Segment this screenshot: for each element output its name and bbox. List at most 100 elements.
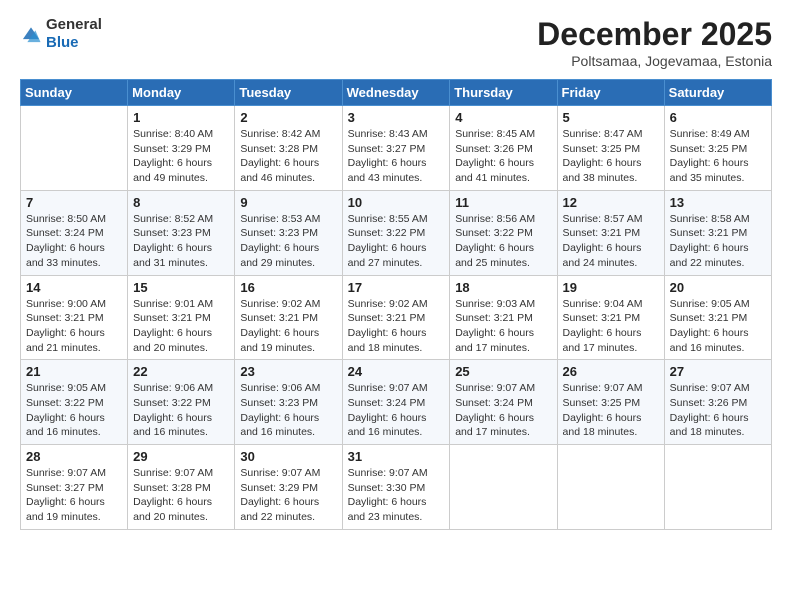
day-info: Sunrise: 9:05 AMSunset: 3:22 PMDaylight:… (26, 381, 122, 440)
day-cell: 26 Sunrise: 9:07 AMSunset: 3:25 PMDayligh… (557, 360, 664, 445)
day-cell: 21 Sunrise: 9:05 AMSunset: 3:22 PMDayligh… (21, 360, 128, 445)
day-number: 10 (348, 195, 445, 210)
day-cell (450, 445, 557, 530)
day-info: Sunrise: 8:58 AMSunset: 3:21 PMDaylight:… (670, 212, 766, 271)
day-cell (21, 106, 128, 191)
title-block: December 2025 Poltsamaa, Jogevamaa, Esto… (537, 16, 772, 69)
day-number: 18 (455, 280, 551, 295)
day-cell: 13Sunrise: 8:58 AMSunset: 3:21 PMDayligh… (664, 190, 771, 275)
day-cell: 24Sunrise: 9:07 AMSunset: 3:24 PMDayligh… (342, 360, 450, 445)
day-cell: 11Sunrise: 8:56 AMSunset: 3:22 PMDayligh… (450, 190, 557, 275)
day-info: Sunrise: 8:47 AMSunset: 3:25 PMDaylight:… (563, 127, 659, 186)
day-number: 25 (455, 364, 551, 379)
logo: General Blue (20, 16, 102, 52)
logo-blue: Blue (46, 34, 79, 51)
week-row-5: 28Sunrise: 9:07 AMSunset: 3:27 PMDayligh… (21, 445, 772, 530)
day-number: 23 (240, 364, 336, 379)
day-number: 9 (240, 195, 336, 210)
logo-general: General (46, 16, 102, 33)
day-cell: 20 Sunrise: 9:05 AMSunset: 3:21 PMDayligh… (664, 275, 771, 360)
day-number: 12 (563, 195, 659, 210)
day-number: 7 (26, 195, 122, 210)
day-cell: 4Sunrise: 8:45 AMSunset: 3:26 PMDaylight… (450, 106, 557, 191)
day-number: 22 (133, 364, 229, 379)
day-number: 3 (348, 110, 445, 125)
col-header-wednesday: Wednesday (342, 80, 450, 106)
day-cell: 12 Sunrise: 8:57 AMSunset: 3:21 PMDayligh… (557, 190, 664, 275)
day-number: 17 (348, 280, 445, 295)
day-cell: 16 Sunrise: 9:02 AMSunset: 3:21 PMDayligh… (235, 275, 342, 360)
day-cell: 15Sunrise: 9:01 AMSunset: 3:21 PMDayligh… (128, 275, 235, 360)
day-number: 4 (455, 110, 551, 125)
day-number: 6 (670, 110, 766, 125)
day-info: Sunrise: 9:04 AMSunset: 3:21 PMDaylight:… (563, 297, 659, 356)
day-cell (664, 445, 771, 530)
day-info: Sunrise: 9:05 AMSunset: 3:21 PMDaylight:… (670, 297, 766, 356)
day-info: Sunrise: 9:07 AMSunset: 3:26 PMDaylight:… (670, 381, 766, 440)
day-number: 14 (26, 280, 122, 295)
day-cell: 8 Sunrise: 8:52 AMSunset: 3:23 PMDaylight… (128, 190, 235, 275)
day-number: 8 (133, 195, 229, 210)
day-cell: 17 Sunrise: 9:02 AMSunset: 3:21 PMDayligh… (342, 275, 450, 360)
day-cell: 7 Sunrise: 8:50 AMSunset: 3:24 PMDaylight… (21, 190, 128, 275)
day-info: Sunrise: 8:55 AMSunset: 3:22 PMDaylight:… (348, 212, 445, 271)
calendar-table: SundayMondayTuesdayWednesdayThursdayFrid… (20, 79, 772, 530)
day-cell: 5Sunrise: 8:47 AMSunset: 3:25 PMDaylight… (557, 106, 664, 191)
day-number: 26 (563, 364, 659, 379)
day-info: Sunrise: 9:02 AMSunset: 3:21 PMDaylight:… (348, 297, 445, 356)
day-info: Sunrise: 9:03 AMSunset: 3:21 PMDaylight:… (455, 297, 551, 356)
day-info: Sunrise: 8:49 AMSunset: 3:25 PMDaylight:… (670, 127, 766, 186)
day-info: Sunrise: 9:07 AMSunset: 3:30 PMDaylight:… (348, 466, 445, 525)
month-title: December 2025 (537, 16, 772, 53)
day-cell: 10 Sunrise: 8:55 AMSunset: 3:22 PMDayligh… (342, 190, 450, 275)
day-cell: 14 Sunrise: 9:00 AMSunset: 3:21 PMDayligh… (21, 275, 128, 360)
week-row-3: 14 Sunrise: 9:00 AMSunset: 3:21 PMDayligh… (21, 275, 772, 360)
day-info: Sunrise: 9:00 AMSunset: 3:21 PMDaylight:… (26, 297, 122, 356)
day-cell: 29 Sunrise: 9:07 AMSunset: 3:28 PMDayligh… (128, 445, 235, 530)
week-row-4: 21 Sunrise: 9:05 AMSunset: 3:22 PMDayligh… (21, 360, 772, 445)
day-cell: 3Sunrise: 8:43 AMSunset: 3:27 PMDaylight… (342, 106, 450, 191)
day-cell: 28Sunrise: 9:07 AMSunset: 3:27 PMDayligh… (21, 445, 128, 530)
day-cell: 1 Sunrise: 8:40 AMSunset: 3:29 PMDaylight… (128, 106, 235, 191)
logo-icon (20, 23, 42, 45)
calendar-header-row: SundayMondayTuesdayWednesdayThursdayFrid… (21, 80, 772, 106)
day-info: Sunrise: 8:50 AMSunset: 3:24 PMDaylight:… (26, 212, 122, 271)
day-cell: 6 Sunrise: 8:49 AMSunset: 3:25 PMDaylight… (664, 106, 771, 191)
day-cell: 22Sunrise: 9:06 AMSunset: 3:22 PMDayligh… (128, 360, 235, 445)
day-info: Sunrise: 9:07 AMSunset: 3:28 PMDaylight:… (133, 466, 229, 525)
day-cell: 27Sunrise: 9:07 AMSunset: 3:26 PMDayligh… (664, 360, 771, 445)
page: General Blue December 2025 Poltsamaa, Jo… (0, 0, 792, 546)
location: Poltsamaa, Jogevamaa, Estonia (537, 53, 772, 69)
col-header-tuesday: Tuesday (235, 80, 342, 106)
day-info: Sunrise: 8:57 AMSunset: 3:21 PMDaylight:… (563, 212, 659, 271)
week-row-2: 7 Sunrise: 8:50 AMSunset: 3:24 PMDaylight… (21, 190, 772, 275)
day-info: Sunrise: 8:40 AMSunset: 3:29 PMDaylight:… (133, 127, 229, 186)
day-cell: 31Sunrise: 9:07 AMSunset: 3:30 PMDayligh… (342, 445, 450, 530)
day-number: 28 (26, 449, 122, 464)
day-number: 15 (133, 280, 229, 295)
day-cell (557, 445, 664, 530)
day-number: 21 (26, 364, 122, 379)
day-number: 1 (133, 110, 229, 125)
day-number: 2 (240, 110, 336, 125)
day-info: Sunrise: 8:42 AMSunset: 3:28 PMDaylight:… (240, 127, 336, 186)
week-row-1: 1 Sunrise: 8:40 AMSunset: 3:29 PMDaylight… (21, 106, 772, 191)
day-info: Sunrise: 9:06 AMSunset: 3:23 PMDaylight:… (240, 381, 336, 440)
day-cell: 19 Sunrise: 9:04 AMSunset: 3:21 PMDayligh… (557, 275, 664, 360)
day-number: 19 (563, 280, 659, 295)
day-info: Sunrise: 9:07 AMSunset: 3:25 PMDaylight:… (563, 381, 659, 440)
day-number: 16 (240, 280, 336, 295)
col-header-thursday: Thursday (450, 80, 557, 106)
col-header-sunday: Sunday (21, 80, 128, 106)
day-cell: 9Sunrise: 8:53 AMSunset: 3:23 PMDaylight… (235, 190, 342, 275)
day-info: Sunrise: 9:02 AMSunset: 3:21 PMDaylight:… (240, 297, 336, 356)
day-info: Sunrise: 8:56 AMSunset: 3:22 PMDaylight:… (455, 212, 551, 271)
day-info: Sunrise: 8:52 AMSunset: 3:23 PMDaylight:… (133, 212, 229, 271)
day-number: 20 (670, 280, 766, 295)
day-info: Sunrise: 9:07 AMSunset: 3:24 PMDaylight:… (348, 381, 445, 440)
day-cell: 25Sunrise: 9:07 AMSunset: 3:24 PMDayligh… (450, 360, 557, 445)
col-header-saturday: Saturday (664, 80, 771, 106)
header: General Blue December 2025 Poltsamaa, Jo… (20, 16, 772, 69)
col-header-friday: Friday (557, 80, 664, 106)
day-number: 29 (133, 449, 229, 464)
